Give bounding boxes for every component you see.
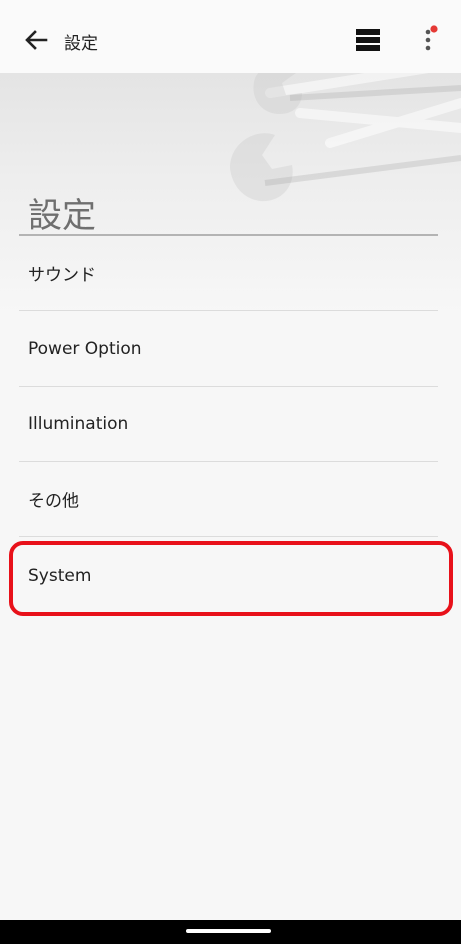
system-highlight-box [9, 541, 453, 616]
menu-item-other[interactable]: その他 [19, 462, 438, 537]
menu-item-label: その他 [28, 491, 79, 512]
home-gesture-handle[interactable] [186, 929, 271, 933]
app-bar-title: 設定 [64, 34, 98, 54]
view-list-icon[interactable] [352, 26, 384, 54]
menu-item-label: Power Option [28, 339, 142, 359]
system-navigation-bar [0, 920, 461, 944]
menu-item-power-option[interactable]: Power Option [19, 312, 438, 387]
notification-dot-icon [430, 25, 438, 33]
back-arrow-icon[interactable] [22, 26, 50, 54]
app-bar: 設定 [0, 0, 461, 73]
menu-item-label: Illumination [28, 414, 129, 434]
menu-item-label: サウンド [28, 265, 96, 286]
section-title: 設定 [28, 196, 96, 236]
more-vert-icon[interactable] [417, 24, 441, 56]
menu-item-illumination[interactable]: Illumination [19, 387, 438, 462]
menu-item-sound[interactable]: サウンド [19, 236, 438, 311]
